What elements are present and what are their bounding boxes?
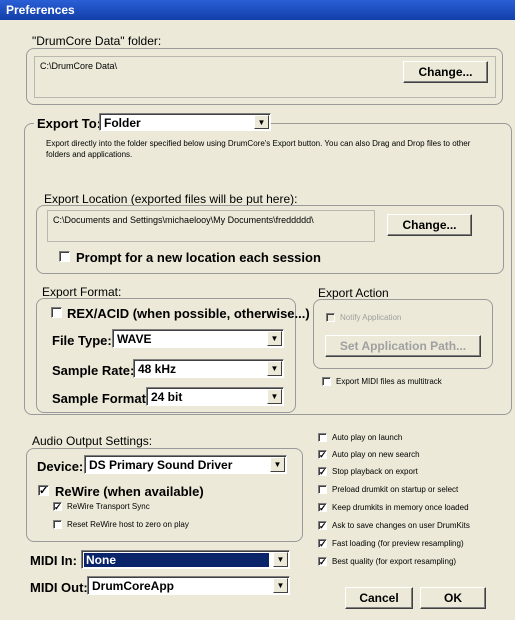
export-to-select[interactable]: Folder ▼ bbox=[99, 113, 271, 131]
midi-in-label: MIDI In: bbox=[30, 553, 77, 568]
option-checkbox[interactable]: ✓ bbox=[318, 503, 327, 513]
midi-multitrack-checkbox[interactable] bbox=[322, 377, 331, 386]
export-format-label: Export Format: bbox=[42, 285, 122, 299]
rewire-checkbox[interactable]: ✓ bbox=[38, 485, 49, 497]
rewire-label: ReWire (when available) bbox=[55, 484, 204, 499]
export-to-label: Export To: bbox=[34, 116, 105, 131]
option-label: Fast loading (for preview resampling) bbox=[332, 539, 464, 548]
chevron-down-icon: ▼ bbox=[273, 578, 288, 593]
notify-application-label: Notify Application bbox=[340, 313, 402, 322]
sample-format-value: 24 bit bbox=[151, 390, 183, 404]
midi-out-value: DrumCoreApp bbox=[92, 579, 175, 593]
rex-acid-checkbox[interactable] bbox=[51, 307, 62, 318]
option-checkbox[interactable]: ✓ bbox=[318, 539, 327, 549]
option-checkbox[interactable] bbox=[318, 485, 327, 494]
option-checkbox[interactable]: ✓ bbox=[318, 521, 327, 531]
device-select[interactable]: DS Primary Sound Driver ▼ bbox=[84, 455, 287, 474]
audio-output-label: Audio Output Settings: bbox=[32, 434, 153, 448]
midi-in-value: None bbox=[84, 553, 269, 567]
chevron-down-icon: ▼ bbox=[273, 552, 288, 567]
option-label: Ask to save changes on user DrumKits bbox=[332, 521, 470, 530]
export-action-group bbox=[313, 299, 493, 369]
option-label: Preload drumkit on startup or select bbox=[332, 485, 459, 494]
file-type-value: WAVE bbox=[117, 332, 152, 346]
midi-out-select[interactable]: DrumCoreApp ▼ bbox=[87, 576, 290, 595]
rewire-reset-checkbox[interactable] bbox=[53, 520, 62, 529]
rex-acid-label: REX/ACID (when possible, otherwise...) bbox=[67, 306, 310, 321]
set-application-path-button[interactable]: Set Application Path... bbox=[325, 335, 481, 357]
prompt-location-label: Prompt for a new location each session bbox=[76, 250, 321, 265]
data-folder-label: "DrumCore Data" folder: bbox=[32, 34, 162, 48]
notify-application-checkbox[interactable] bbox=[326, 313, 335, 322]
prompt-location-checkbox[interactable] bbox=[59, 251, 70, 262]
sample-rate-select[interactable]: 48 kHz ▼ bbox=[133, 359, 284, 378]
midi-multitrack-label: Export MIDI files as multitrack bbox=[336, 377, 442, 386]
file-type-label: File Type: bbox=[52, 333, 112, 348]
export-location-change-button[interactable]: Change... bbox=[387, 214, 472, 236]
window-title: Preferences bbox=[6, 3, 75, 17]
option-label: Auto play on launch bbox=[332, 433, 403, 442]
option-checkbox[interactable] bbox=[318, 433, 327, 442]
file-type-select[interactable]: WAVE ▼ bbox=[112, 329, 284, 348]
export-action-label: Export Action bbox=[318, 286, 389, 300]
device-label: Device: bbox=[37, 459, 84, 474]
chevron-down-icon: ▼ bbox=[267, 389, 282, 404]
sample-rate-value: 48 kHz bbox=[138, 362, 177, 376]
option-checkbox[interactable]: ✓ bbox=[318, 467, 327, 477]
export-location-label: Export Location (exported files will be … bbox=[44, 192, 298, 206]
chevron-down-icon: ▼ bbox=[267, 361, 282, 376]
option-label: Auto play on new search bbox=[332, 450, 420, 459]
option-label: Best quality (for export resampling) bbox=[332, 557, 457, 566]
sample-rate-label: Sample Rate: bbox=[52, 363, 135, 378]
rewire-reset-label: Reset ReWire host to zero on play bbox=[67, 520, 189, 529]
option-checkbox[interactable]: ✓ bbox=[318, 557, 327, 567]
option-label: Keep drumkits in memory once loaded bbox=[332, 503, 469, 512]
preferences-window: Preferences "DrumCore Data" folder: C:\D… bbox=[0, 0, 515, 620]
chevron-down-icon: ▼ bbox=[254, 115, 269, 129]
sample-format-label: Sample Format: bbox=[52, 391, 151, 406]
export-description: Export directly into the folder specifie… bbox=[46, 139, 471, 159]
chevron-down-icon: ▼ bbox=[267, 331, 282, 346]
data-folder-path-text: C:\DrumCore Data\ bbox=[40, 61, 118, 71]
option-checkbox[interactable]: ✓ bbox=[318, 450, 327, 460]
midi-in-select[interactable]: None ▼ bbox=[81, 550, 290, 569]
rewire-sync-label: ReWire Transport Sync bbox=[67, 502, 150, 511]
sample-format-select[interactable]: 24 bit ▼ bbox=[146, 387, 284, 406]
export-to-value: Folder bbox=[104, 116, 141, 130]
title-bar: Preferences bbox=[0, 0, 515, 20]
midi-out-label: MIDI Out: bbox=[30, 580, 88, 595]
chevron-down-icon: ▼ bbox=[270, 457, 285, 472]
device-value: DS Primary Sound Driver bbox=[89, 458, 233, 472]
export-location-path-text: C:\Documents and Settings\michaelooy\My … bbox=[53, 215, 314, 225]
data-folder-change-button[interactable]: Change... bbox=[403, 61, 488, 83]
rewire-sync-checkbox[interactable]: ✓ bbox=[53, 502, 62, 512]
option-label: Stop playback on export bbox=[332, 467, 418, 476]
export-location-path: C:\Documents and Settings\michaelooy\My … bbox=[47, 210, 375, 242]
cancel-button[interactable]: Cancel bbox=[345, 587, 413, 609]
ok-button[interactable]: OK bbox=[420, 587, 486, 609]
